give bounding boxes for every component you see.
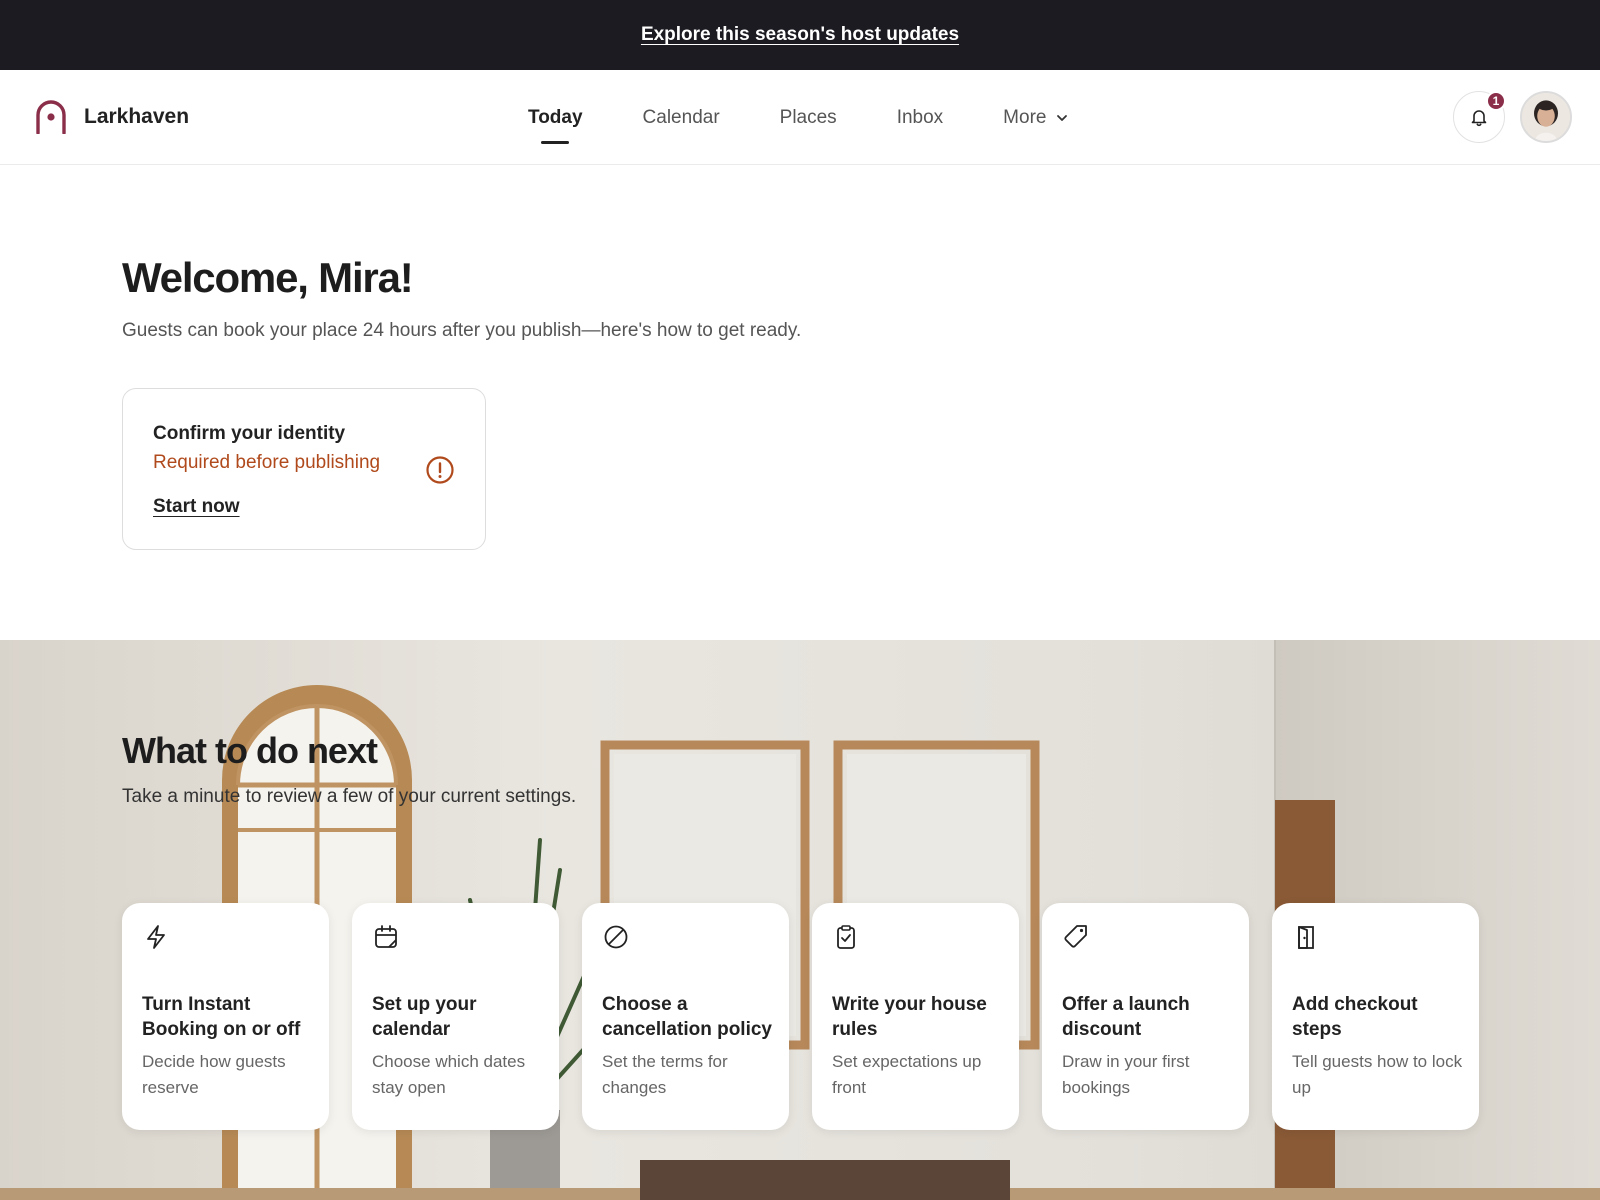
calendar-icon [375,925,397,948]
brand-name: Larkhaven [84,105,190,128]
nav-label: Calendar [642,106,720,128]
task-card-title: Add checkout steps [1292,994,1418,1040]
top-header: Larkhaven Today Calendar Places Inbox Mo… [0,70,1600,165]
welcome-subtitle: Guests can book your place 24 hours afte… [122,320,802,341]
nav-label: More [1003,106,1047,128]
task-card-description: Choose which dates stay open [372,1052,526,1097]
identity-status: Required before publishing [153,452,381,473]
task-card-instant-booking[interactable]: Turn Instant Booking on or off Decide ho… [122,903,329,1130]
task-card-description: Set expectations up front [832,1052,982,1097]
task-card-calendar[interactable]: Set up your calendar Choose which dates … [352,903,559,1130]
next-steps-section: What to do next Take a minute to review … [0,640,1600,1200]
user-avatar-button[interactable] [1520,91,1572,143]
nav-tab-inbox[interactable]: Inbox [897,98,943,138]
nav-tab-today[interactable]: Today [528,98,583,138]
task-card-description: Set the terms for changes [602,1052,728,1097]
nav-label: Places [779,106,837,128]
task-card-house-rules[interactable]: Write your house rules Set expectations … [812,903,1019,1130]
announcement-banner: Explore this season's host updates [0,0,1600,70]
identity-card-title: Confirm your identity [153,423,346,444]
next-steps-subtitle: Take a minute to review a few of your cu… [122,786,577,807]
task-card-description: Decide how guests reserve [142,1052,286,1097]
task-card-title: Write your house rules [832,994,987,1040]
door-icon [1298,926,1314,949]
task-card-title: Choose a cancellation policy [602,994,772,1040]
bell-icon [1471,110,1487,127]
task-card-description: Tell guests how to lock up [1292,1052,1463,1097]
task-card-title: Set up your calendar [372,994,477,1040]
task-card-checkout-steps[interactable]: Add checkout steps Tell guests how to lo… [1272,903,1479,1130]
task-card-title: Turn Instant Booking on or off [142,994,301,1040]
clipboard-check-icon [837,925,855,949]
brand-home-link[interactable]: Larkhaven [34,100,189,134]
tag-icon [1064,925,1087,948]
page-title: Welcome, Mira! [122,254,414,301]
task-card-title: Offer a launch discount [1062,994,1190,1040]
next-steps-title: What to do next [122,730,378,771]
main-nav: Today Calendar Places Inbox More [528,70,1128,165]
start-now-link[interactable]: Start now [153,496,240,518]
arch-logo-icon [36,100,66,134]
identity-card: Confirm your identity Required before pu… [122,388,486,550]
alert-circle-icon [426,456,454,484]
task-card-description: Draw in your first bookings [1062,1052,1190,1097]
nav-menu-more[interactable]: More [1003,98,1068,138]
notifications-button[interactable]: 1 [1453,91,1506,143]
task-card-cancellation[interactable]: Choose a cancellation policy Set the ter… [582,903,789,1130]
notification-count-badge: 1 [1486,91,1506,111]
task-card-list: Turn Instant Booking on or off Decide ho… [122,903,1479,1130]
lightning-icon [147,925,165,949]
avatar [1522,93,1570,141]
nav-label: Inbox [896,106,944,128]
nav-tab-calendar[interactable]: Calendar [643,98,720,138]
nav-label: Today [528,106,583,128]
task-card-launch-discount[interactable]: Offer a launch discount Draw in your fir… [1042,903,1249,1130]
chevron-down-icon [1057,114,1068,121]
prohibited-icon [604,925,628,949]
nav-tab-places[interactable]: Places [780,98,837,138]
host-updates-link[interactable]: Explore this season's host updates [641,24,959,46]
